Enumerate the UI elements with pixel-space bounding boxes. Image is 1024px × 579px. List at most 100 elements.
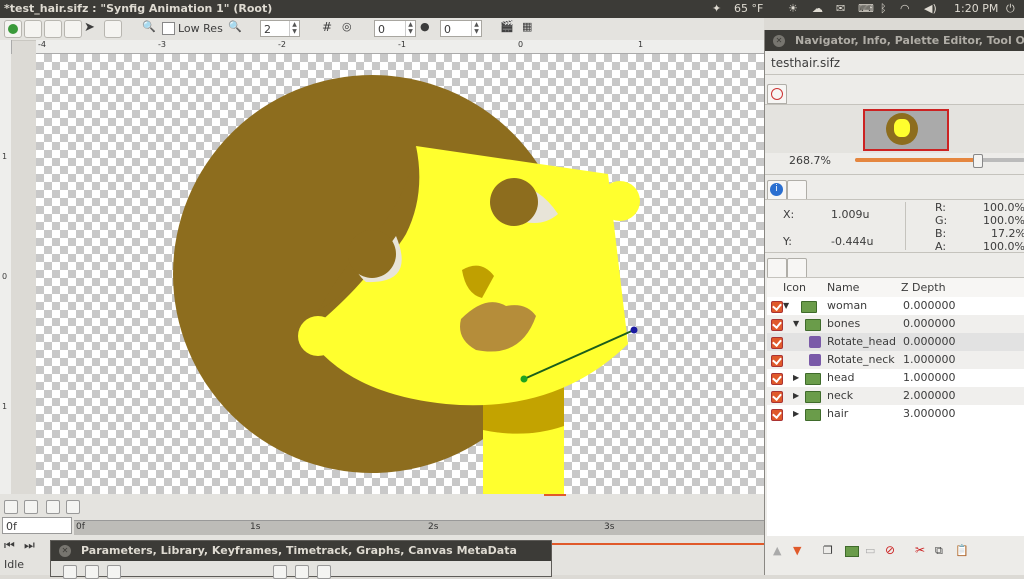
preview-icon[interactable]: ▦	[522, 20, 538, 36]
expander-closed-icon[interactable]: ▶	[793, 405, 799, 423]
bone-tool-icon[interactable]	[44, 20, 62, 38]
mail-icon[interactable]: ✉	[836, 2, 845, 15]
bluetooth-icon[interactable]: ᛒ	[880, 2, 887, 15]
layer-row[interactable]: ▼ woman 0.000000	[767, 297, 1024, 315]
bone-origin-handle[interactable]	[520, 375, 528, 383]
library-tab-icon[interactable]	[85, 565, 99, 579]
col-name-header[interactable]: Name	[827, 281, 859, 294]
timetrack-tab-icon[interactable]	[273, 565, 287, 579]
info-b-value: 17.2%	[991, 227, 1024, 240]
close-icon[interactable]: ✕	[773, 35, 785, 47]
delete-layer-icon[interactable]: ⊘	[885, 543, 895, 557]
info-tab-icon[interactable]: i	[767, 180, 787, 200]
encapsulate-icon[interactable]: ▭	[865, 544, 875, 557]
toggle-grid-icon[interactable]	[46, 500, 60, 514]
layer-row[interactable]: Rotate_neck 1.000000	[767, 351, 1024, 369]
close-icon[interactable]: ✕	[59, 545, 71, 557]
past-onion-spinner[interactable]: 0 ▲ ▼	[374, 20, 416, 37]
time-slider[interactable]: 0f 1s 2s 3s	[74, 520, 764, 535]
pen-tool-icon[interactable]	[104, 20, 122, 38]
paste-icon[interactable]: 📋	[955, 544, 969, 557]
toggle-guides-icon[interactable]	[24, 500, 38, 514]
onion-skin-icon[interactable]: ◎	[342, 20, 358, 36]
col-z-header[interactable]: Z Depth	[901, 281, 946, 294]
resolution-spinner[interactable]: 2 ▲ ▼	[260, 20, 300, 37]
layers-tab-icon[interactable]	[767, 258, 787, 278]
input-method-icon[interactable]: ⌨	[858, 2, 874, 15]
palette-tab-icon[interactable]	[787, 180, 807, 200]
expander-open-icon[interactable]: ▼	[793, 315, 799, 333]
cut-icon[interactable]: ✂	[915, 543, 925, 557]
cloud-icon[interactable]: ☁	[812, 2, 823, 15]
expander-closed-icon[interactable]: ▶	[793, 387, 799, 405]
brightness-icon[interactable]: ☀	[788, 2, 798, 15]
toggle-ducks-icon[interactable]	[4, 500, 18, 514]
layer-row[interactable]: ▶ neck 2.000000	[767, 387, 1024, 405]
volume-icon[interactable]: ◀)	[924, 2, 937, 15]
params-panel[interactable]: ✕ Parameters, Library, Keyframes, Timetr…	[50, 540, 552, 579]
zoom-out-icon[interactable]: 🔍	[228, 20, 244, 36]
folder-icon	[805, 319, 821, 331]
render-icon[interactable]: 🎬	[500, 20, 516, 36]
navigator-tab-icon[interactable]	[767, 84, 787, 104]
params-tab-icon[interactable]	[63, 565, 77, 579]
metadata-tab-icon[interactable]	[317, 565, 331, 579]
navigator-thumbnail[interactable]	[863, 109, 949, 151]
layer-visibility-checkbox[interactable]	[771, 355, 783, 367]
sets-tab-icon[interactable]	[787, 258, 807, 278]
lower-layer-icon[interactable]: ▼	[793, 544, 801, 557]
zoom-in-icon[interactable]: 🔍	[142, 20, 158, 36]
onion-keyframe-icon[interactable]: ●	[420, 20, 436, 36]
file-tab[interactable]: testhair.sifz	[771, 56, 840, 70]
right-panel-title: Navigator, Info, Palette Editor, Tool O	[795, 34, 1024, 47]
layer-visibility-checkbox[interactable]	[771, 301, 783, 313]
transform-tool-icon[interactable]	[4, 20, 22, 38]
layer-row[interactable]: Rotate_head 0.000000	[767, 333, 1024, 351]
arrow-tool-icon[interactable]: ➤	[84, 20, 100, 36]
layer-visibility-checkbox[interactable]	[771, 373, 783, 385]
dropbox-icon[interactable]: ✦	[712, 2, 721, 15]
right-dock-panel: ✕ Navigator, Info, Palette Editor, Tool …	[764, 30, 1024, 575]
keyframes-tab-icon[interactable]	[107, 565, 121, 579]
group-layer-icon[interactable]	[845, 546, 859, 557]
layer-visibility-checkbox[interactable]	[771, 337, 783, 349]
wifi-icon[interactable]: ◠	[900, 2, 910, 15]
layer-visibility-checkbox[interactable]	[771, 319, 783, 331]
expander-open-icon[interactable]: ▼	[783, 297, 789, 315]
artwork[interactable]	[36, 54, 764, 494]
layer-row[interactable]: ▼ bones 0.000000	[767, 315, 1024, 333]
layer-row[interactable]: ▶ head 1.000000	[767, 369, 1024, 387]
zoom-slider[interactable]	[855, 154, 1024, 168]
layer-visibility-checkbox[interactable]	[771, 409, 783, 421]
expander-closed-icon[interactable]: ▶	[793, 369, 799, 387]
rotate-tool-icon[interactable]	[64, 20, 82, 38]
playback-seek-begin-icon[interactable]: ⏭	[24, 538, 35, 553]
future-onion-spinner[interactable]: 0 ▲ ▼	[440, 20, 482, 37]
raise-layer-icon[interactable]: ▲	[773, 544, 781, 557]
bone-tip-handle[interactable]	[630, 326, 638, 334]
zoom-slider-handle[interactable]	[973, 154, 983, 168]
layer-visibility-checkbox[interactable]	[771, 391, 783, 403]
grid-icon[interactable]: #	[322, 20, 338, 36]
current-time-field[interactable]: 0f	[2, 517, 72, 534]
graphs-tab-icon[interactable]	[295, 565, 309, 579]
ruler-tick: 1	[2, 402, 8, 411]
right-panel-header[interactable]: ✕ Navigator, Info, Palette Editor, Tool …	[765, 30, 1024, 51]
layers-empty-space[interactable]	[767, 423, 1024, 536]
layer-name: Rotate_neck	[827, 353, 895, 366]
weather-indicator[interactable]: 65 °F	[734, 2, 763, 15]
layer-row[interactable]: ▶ hair 3.000000	[767, 405, 1024, 423]
canvas[interactable]	[36, 54, 764, 494]
smooth-move-tool-icon[interactable]	[24, 20, 42, 38]
clock[interactable]: 1:20 PM	[954, 2, 998, 15]
low-res-checkbox[interactable]	[162, 22, 175, 35]
layer-name: neck	[827, 389, 854, 402]
power-icon[interactable]: ⏻	[1006, 2, 1015, 16]
layer-z: 1.000000	[903, 371, 956, 384]
params-panel-title[interactable]: Parameters, Library, Keyframes, Timetrac…	[51, 541, 551, 561]
col-icon-header[interactable]: Icon	[783, 281, 806, 294]
duplicate-layer-icon[interactable]: ❐	[823, 544, 833, 557]
playback-prev-icon[interactable]: ⏮	[4, 538, 15, 553]
toggle-onion-icon[interactable]	[66, 500, 80, 514]
copy-icon[interactable]: ⧉	[935, 544, 943, 558]
